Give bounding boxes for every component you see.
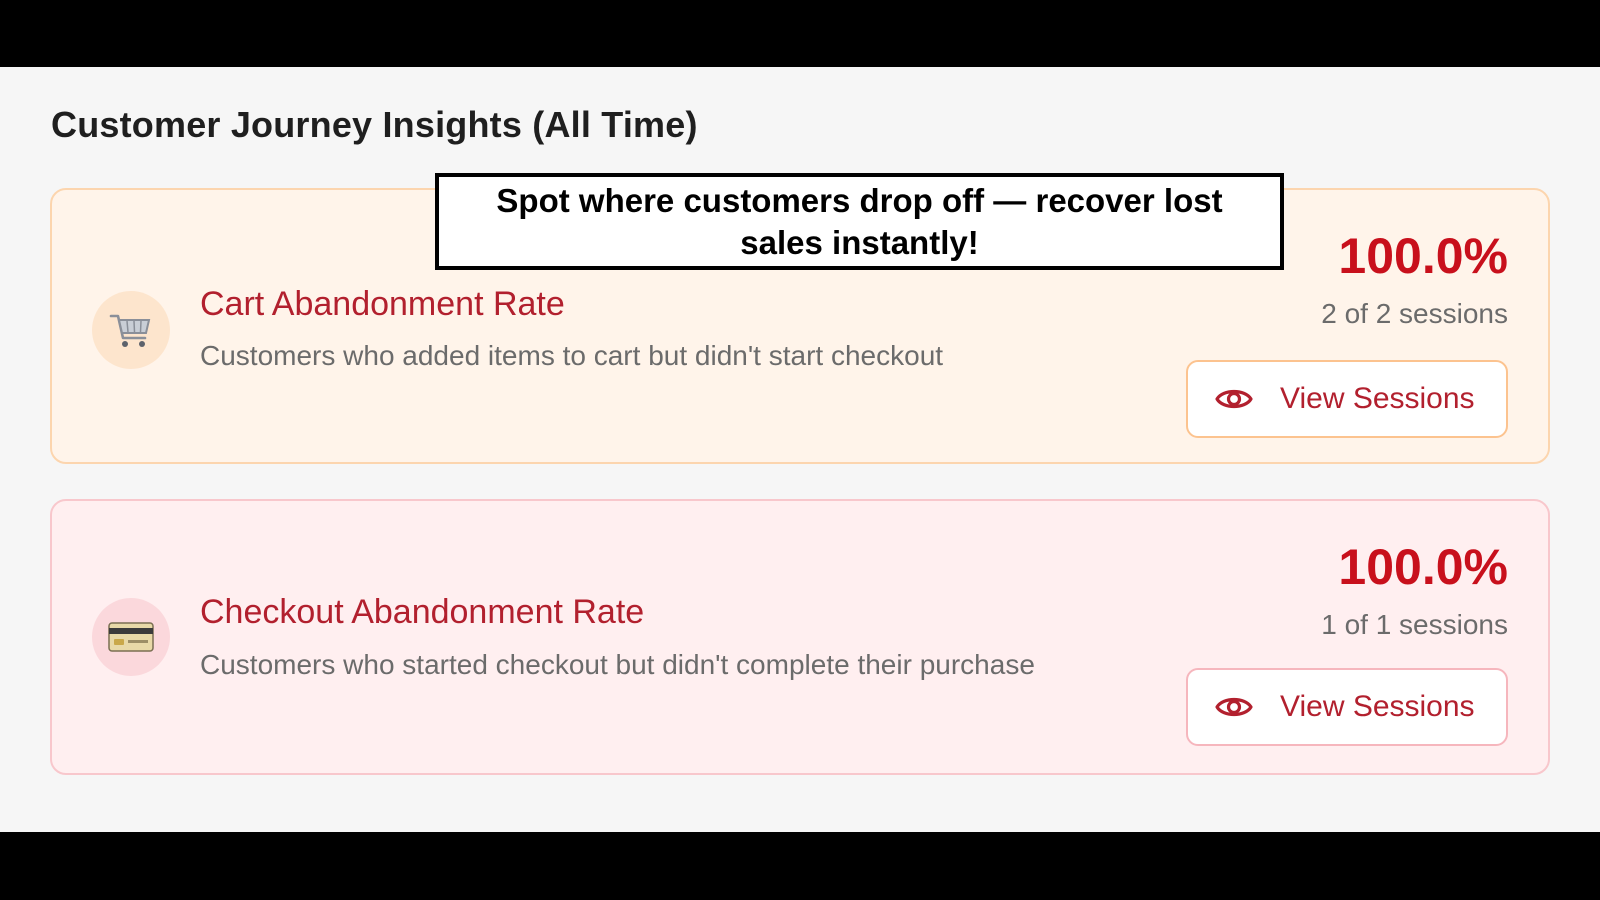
metric-sessions-count: 2 of 2 sessions xyxy=(1321,298,1508,329)
promo-callout: Spot where customers drop off — recover … xyxy=(435,173,1284,270)
metric-sessions-count: 1 of 1 sessions xyxy=(1321,609,1508,640)
eye-icon xyxy=(1215,697,1253,717)
checkout-abandonment-card: Checkout Abandonment Rate Customers who … xyxy=(50,499,1550,775)
metric-description: Customers who added items to cart but di… xyxy=(200,340,944,371)
credit-card-icon xyxy=(92,598,170,676)
callout-text: Spot where customers drop off — recover … xyxy=(496,181,1223,261)
metric-title: Cart Abandonment Rate xyxy=(200,285,565,323)
view-sessions-label: View Sessions xyxy=(1280,382,1475,415)
view-sessions-button[interactable]: View Sessions xyxy=(1186,360,1508,438)
view-sessions-button[interactable]: View Sessions xyxy=(1186,668,1508,746)
page-title: Customer Journey Insights (All Time) xyxy=(51,104,698,145)
shopping-cart-icon xyxy=(92,291,170,369)
metric-title: Checkout Abandonment Rate xyxy=(200,593,645,631)
metric-value: 100.0% xyxy=(1338,228,1508,284)
metric-description: Customers who started checkout but didn'… xyxy=(200,649,1035,680)
letterbox-top xyxy=(0,0,1600,67)
metric-value: 100.0% xyxy=(1338,539,1508,595)
letterbox-bottom xyxy=(0,832,1600,900)
view-sessions-label: View Sessions xyxy=(1280,690,1475,723)
eye-icon xyxy=(1215,389,1253,409)
